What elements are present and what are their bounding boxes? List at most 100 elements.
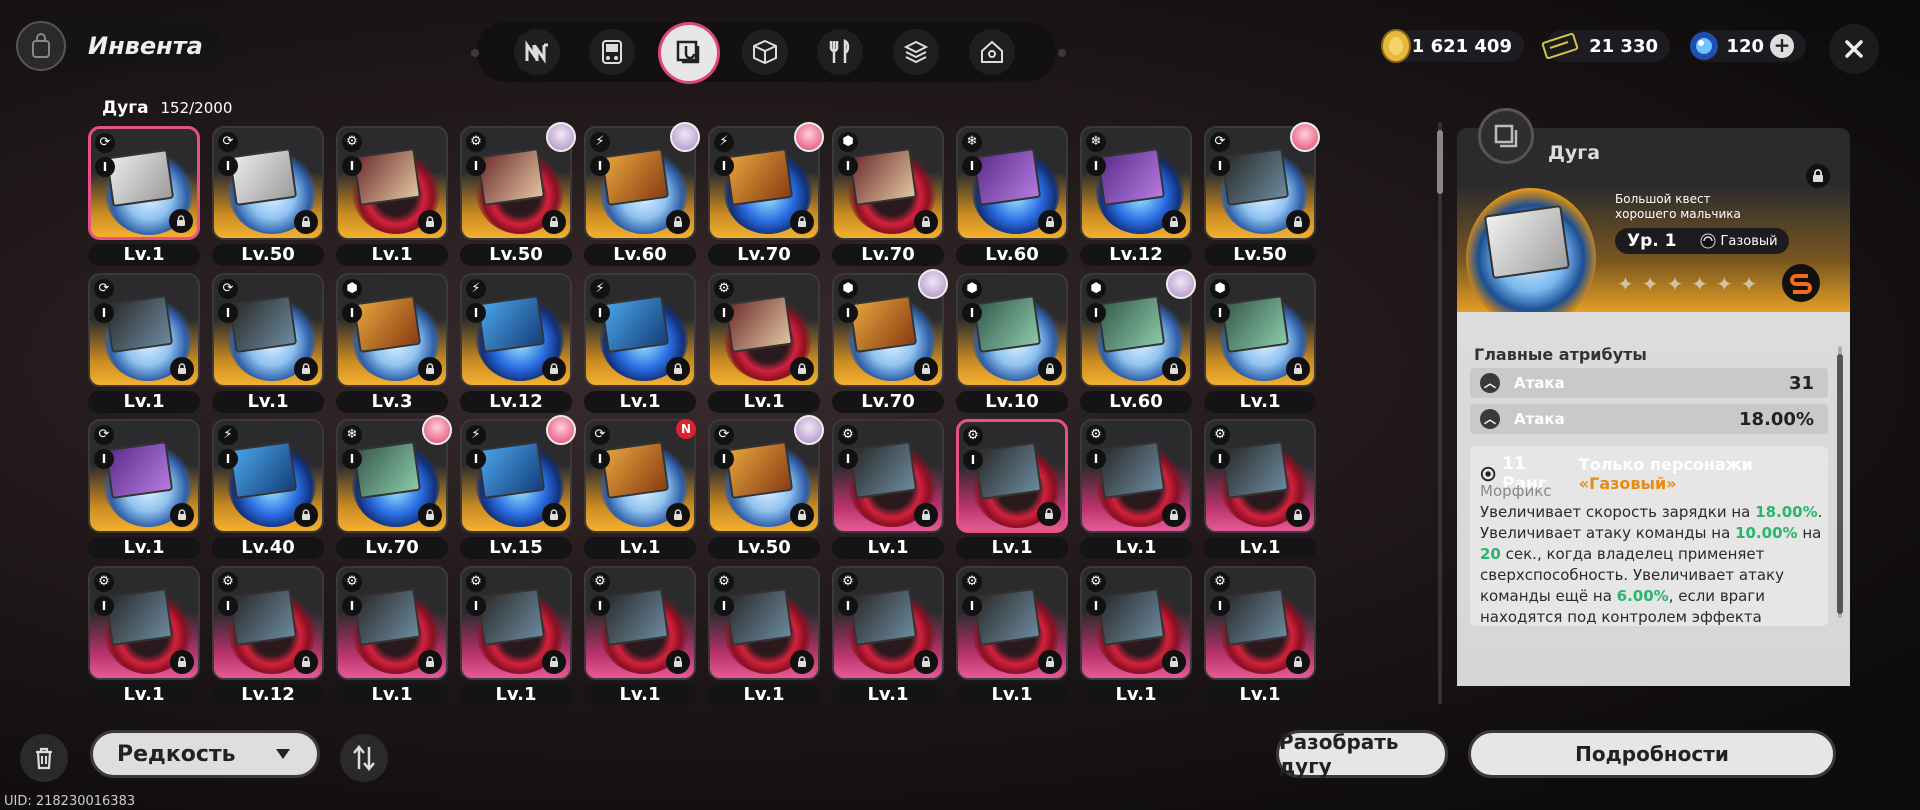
lock-icon[interactable] — [418, 649, 442, 674]
w-engine-card[interactable]: ⚙ I Lv.1 — [460, 565, 572, 706]
lock-icon[interactable] — [1286, 210, 1310, 234]
w-engine-card[interactable]: ⚙ I Lv.1 — [1080, 419, 1192, 559]
lock-icon[interactable] — [790, 356, 814, 381]
w-engine-card[interactable]: ⚡ I Lv.12 — [460, 272, 572, 413]
w-engine-card[interactable]: ⚙ I Lv.1 — [1080, 565, 1192, 706]
close-button[interactable] — [1829, 24, 1879, 74]
w-engine-card[interactable]: ⚙ I Lv.1 — [336, 126, 448, 266]
w-engine-card[interactable]: ⚡ I Lv.1 — [584, 272, 696, 413]
lock-icon[interactable] — [914, 356, 938, 381]
lock-icon[interactable] — [914, 649, 938, 674]
w-engine-card[interactable]: ⟳ I Lv.1 — [212, 272, 324, 413]
w-engine-card[interactable]: ⟳ I Lv.1 — [88, 126, 200, 266]
tab-materials-icon[interactable] — [893, 29, 939, 75]
lock-icon[interactable] — [169, 209, 193, 233]
w-engine-card[interactable]: ⚙ I Lv.1 — [832, 565, 944, 706]
w-engine-card[interactable]: ⬢ I Lv.60 — [1080, 268, 1196, 413]
w-engine-card[interactable]: ❄ I Lv.12 — [1080, 126, 1192, 266]
w-engine-card[interactable]: ⚙ I Lv.1 — [1204, 565, 1316, 706]
w-engine-card[interactable]: ⚙ I Lv.1 — [584, 565, 696, 706]
trash-button[interactable] — [20, 734, 68, 782]
lock-icon[interactable] — [666, 356, 690, 381]
lock-icon[interactable] — [1038, 356, 1062, 381]
lock-icon[interactable] — [1162, 649, 1186, 674]
grid-scrollbar[interactable] — [1438, 122, 1442, 704]
sort-order-button[interactable] — [340, 734, 388, 782]
lock-icon[interactable] — [170, 503, 194, 527]
lock-icon[interactable] — [666, 649, 690, 674]
tab-w-engine-icon[interactable] — [661, 25, 717, 81]
w-engine-card[interactable]: ⚙ I Lv.1 — [336, 565, 448, 706]
lock-icon[interactable] — [666, 503, 690, 527]
details-button[interactable]: Подробности — [1468, 730, 1836, 778]
lock-icon[interactable] — [294, 210, 318, 234]
w-engine-card[interactable]: ⟳ I Lv.50 — [212, 126, 324, 266]
lock-icon[interactable] — [418, 210, 442, 234]
w-engine-card[interactable]: ⬢ I Lv.1 — [1204, 272, 1316, 413]
w-engine-card[interactable]: ⚙ I Lv.1 — [1204, 419, 1316, 559]
lock-icon[interactable] — [914, 503, 938, 527]
lock-icon[interactable] — [1162, 210, 1186, 234]
detail-lock-toggle[interactable] — [1806, 164, 1830, 188]
tab-home-icon[interactable] — [969, 29, 1015, 75]
lock-icon[interactable] — [790, 503, 814, 527]
sort-dropdown[interactable]: Редкость — [90, 730, 320, 778]
lock-icon[interactable] — [1286, 356, 1310, 381]
w-engine-card[interactable]: ⚡ I Lv.60 — [584, 122, 700, 266]
lock-icon[interactable] — [542, 503, 566, 527]
lock-icon[interactable] — [170, 356, 194, 381]
w-engine-card[interactable]: ⚡ I Lv.70 — [708, 122, 824, 266]
w-engine-card[interactable]: ⬢ I Lv.70 — [832, 126, 944, 266]
lock-icon[interactable] — [294, 503, 318, 527]
dismantle-button[interactable]: Разобрать дугу — [1276, 730, 1448, 778]
lock-icon[interactable] — [294, 649, 318, 674]
lock-icon[interactable] — [1286, 649, 1310, 674]
lock-icon[interactable] — [542, 210, 566, 234]
lock-icon[interactable] — [1162, 503, 1186, 527]
w-engine-card[interactable]: ⬢ I Lv.3 — [336, 272, 448, 413]
w-engine-card[interactable]: ⬢ I Lv.70 — [832, 268, 948, 413]
lock-icon[interactable] — [1038, 649, 1062, 674]
w-engine-card[interactable]: ⚙ I Lv.1 — [708, 565, 820, 706]
lock-icon[interactable] — [1038, 210, 1062, 234]
lock-icon[interactable] — [542, 649, 566, 674]
lock-icon[interactable] — [1162, 356, 1186, 381]
grid-scrollbar-thumb[interactable] — [1437, 130, 1443, 194]
w-engine-card[interactable]: ⚙ I Lv.1 — [956, 565, 1068, 706]
tab-food-icon[interactable] — [817, 29, 863, 75]
detail-scrollbar-thumb[interactable] — [1837, 354, 1843, 614]
w-engine-card[interactable]: ⚙ I Lv.1 — [708, 272, 820, 413]
lock-icon[interactable] — [170, 649, 194, 674]
lock-icon[interactable] — [1286, 503, 1310, 527]
add-polychrome-button[interactable]: + — [1770, 34, 1794, 58]
lock-icon[interactable] — [294, 356, 318, 381]
tab-bangboo-icon[interactable] — [589, 29, 635, 75]
w-engine-card[interactable]: ⟳ I Lv.50 — [708, 415, 824, 559]
card-cover-art — [1220, 440, 1290, 500]
w-engine-card[interactable]: ❄ I Lv.60 — [956, 126, 1068, 266]
w-engine-card[interactable]: ⟳ I Lv.1 — [88, 272, 200, 413]
lock-icon[interactable] — [914, 210, 938, 234]
lock-icon[interactable] — [418, 503, 442, 527]
w-engine-card[interactable]: ⚙ I Lv.12 — [212, 565, 324, 706]
tab-agents-icon[interactable] — [514, 29, 560, 75]
w-engine-card[interactable]: ⚡ I Lv.40 — [212, 419, 324, 559]
lock-icon[interactable] — [666, 210, 690, 234]
lock-icon[interactable] — [418, 356, 442, 381]
card-tile: ⚙ I — [708, 565, 820, 680]
w-engine-card[interactable]: ⚙ I Lv.50 — [460, 122, 576, 266]
w-engine-card[interactable]: ⚙ I Lv.1 — [88, 565, 200, 706]
lock-icon[interactable] — [790, 649, 814, 674]
lock-icon[interactable] — [1037, 502, 1061, 526]
w-engine-card[interactable]: ⟳ I Lv.1 — [88, 419, 200, 559]
w-engine-card[interactable]: ⟳ I N Lv.1 — [584, 419, 696, 559]
lock-icon[interactable] — [542, 356, 566, 381]
tab-drive-disc-icon[interactable] — [742, 29, 788, 75]
w-engine-card[interactable]: ⚙ I Lv.1 — [832, 419, 944, 559]
w-engine-card[interactable]: ❄ I Lv.70 — [336, 415, 452, 559]
w-engine-card[interactable]: ⬢ I Lv.10 — [956, 272, 1068, 413]
w-engine-card[interactable]: ⟳ I Lv.50 — [1204, 122, 1320, 266]
lock-icon[interactable] — [790, 210, 814, 234]
w-engine-card[interactable]: ⚙ I Lv.1 — [956, 419, 1068, 559]
w-engine-card[interactable]: ⚡ I Lv.15 — [460, 415, 576, 559]
